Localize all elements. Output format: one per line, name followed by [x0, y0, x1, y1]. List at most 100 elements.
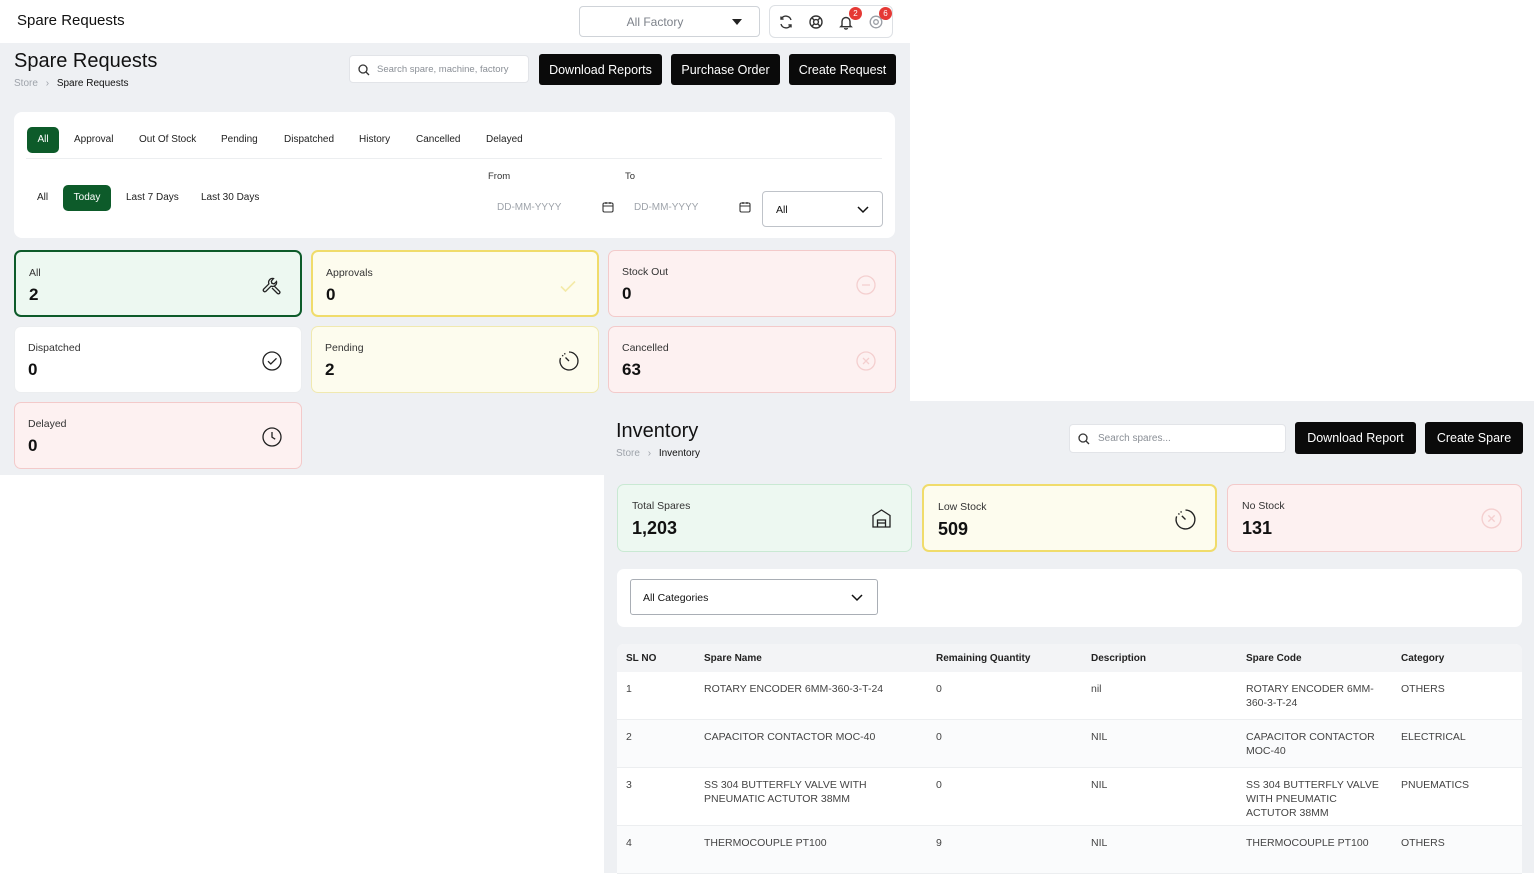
stat-label: Delayed [28, 418, 67, 430]
stat-label: Total Spares [632, 500, 691, 512]
to-label: To [625, 171, 636, 182]
cell-sl-no: 1 [626, 683, 632, 695]
cell-category: OTHERS [1401, 683, 1445, 695]
stat-label: Dispatched [28, 342, 81, 354]
stat-card-dispatched[interactable]: Dispatched 0 [14, 326, 302, 393]
search-icon [1078, 433, 1090, 445]
table-row[interactable]: 1 ROTARY ENCODER 6MM-360-3-T-24 0 nil RO… [617, 672, 1522, 720]
stat-value: 131 [1242, 518, 1273, 538]
column-header-spare-code[interactable]: Spare Code [1246, 653, 1302, 664]
support-icon[interactable] [808, 14, 824, 30]
cell-remaining-quantity: 0 [936, 779, 942, 791]
check-icon [560, 280, 576, 293]
tab-delayed[interactable]: Delayed [486, 127, 523, 153]
minus-circle-icon [856, 275, 876, 295]
cell-category: ELECTRICAL [1401, 731, 1466, 743]
create-spare-button[interactable]: Create Spare [1425, 422, 1523, 454]
table-header: SL NO Spare Name Remaining Quantity Desc… [617, 644, 1522, 672]
stat-value: 2 [29, 285, 39, 304]
stat-card-delayed[interactable]: Delayed 0 [14, 402, 302, 469]
column-header-sl-no[interactable]: SL NO [626, 653, 656, 664]
from-label: From [488, 171, 511, 182]
spinner-icon [559, 351, 579, 371]
range-tab-all[interactable]: All [37, 185, 48, 211]
tab-approval[interactable]: Approval [74, 127, 113, 153]
cell-description: NIL [1091, 779, 1108, 791]
clock-icon [262, 427, 282, 447]
column-header-category[interactable]: Category [1401, 653, 1444, 664]
stat-card-total-spares[interactable]: Total Spares 1,203 [617, 484, 912, 552]
stat-value: 2 [325, 360, 335, 379]
breadcrumb-current: Inventory [658, 448, 700, 459]
cell-description: NIL [1091, 837, 1108, 849]
breadcrumb: Store › Inventory [616, 448, 700, 459]
create-request-button[interactable]: Create Request [789, 54, 896, 85]
stat-label: Stock Out [622, 266, 669, 278]
stat-card-cancelled[interactable]: Cancelled 63 [608, 326, 896, 393]
category-select-value: All Categories [643, 592, 709, 604]
stat-value: 0 [326, 285, 336, 304]
cell-sl-no: 3 [626, 779, 632, 791]
x-circle-icon [856, 351, 876, 371]
search-placeholder: Search spares... [1098, 433, 1171, 444]
tab-dispatched[interactable]: Dispatched [284, 127, 334, 153]
box-icon [872, 509, 891, 528]
status-select-value: All [776, 204, 788, 216]
from-date-input[interactable]: DD-MM-YYYY [488, 194, 618, 220]
stat-card-all[interactable]: All 2 [14, 250, 302, 317]
range-tab-last-30-days[interactable]: Last 30 Days [201, 185, 259, 211]
stat-card-low-stock[interactable]: Low Stock 509 [922, 484, 1217, 552]
tab-pending[interactable]: Pending [221, 127, 258, 153]
factory-select-value: All Factory [626, 15, 684, 29]
x-circle-icon [1481, 508, 1502, 529]
refresh-icon[interactable] [778, 14, 794, 30]
category-select[interactable]: All Categories [630, 579, 878, 615]
range-tab-today[interactable]: Today [63, 185, 111, 211]
column-header-remaining-quantity[interactable]: Remaining Quantity [936, 653, 1030, 664]
spinner-icon [1175, 509, 1196, 530]
download-reports-button[interactable]: Download Reports [539, 54, 662, 85]
stat-card-approvals[interactable]: Approvals 0 [311, 250, 599, 317]
stat-card-no-stock[interactable]: No Stock 131 [1227, 484, 1522, 552]
column-header-spare-name[interactable]: Spare Name [704, 653, 762, 664]
search-input[interactable]: Search spare, machine, factory [349, 55, 529, 83]
cell-category: OTHERS [1401, 837, 1445, 849]
tab-cancelled[interactable]: Cancelled [416, 127, 460, 153]
purchase-order-button[interactable]: Purchase Order [671, 54, 780, 85]
chevron-right-icon: › [45, 78, 50, 89]
factory-select[interactable]: All Factory [579, 6, 760, 37]
to-date-input[interactable]: DD-MM-YYYY [625, 194, 755, 220]
stat-value: 509 [938, 519, 969, 539]
cell-spare-code: SS 304 BUTTERFLY VALVE WITH PNEUMATIC AC… [1246, 779, 1379, 819]
calendar-icon[interactable] [739, 201, 751, 213]
download-report-button[interactable]: Download Report [1295, 422, 1416, 454]
table-row[interactable]: 2 CAPACITOR CONTACTOR MOC-40 0 NIL CAPAC… [617, 720, 1522, 768]
stat-label: Cancelled [622, 342, 669, 354]
tab-history[interactable]: History [359, 127, 390, 153]
range-tab-last-7-days[interactable]: Last 7 Days [126, 185, 179, 211]
filter-card: All Approval Out Of Stock Pending Dispat… [14, 112, 895, 238]
stat-value: 0 [28, 436, 38, 455]
chevron-down-icon [851, 594, 863, 602]
from-date-placeholder: DD-MM-YYYY [497, 202, 562, 213]
table-row[interactable]: 4 THERMOCOUPLE PT100 9 NIL THERMOCOUPLE … [617, 826, 1522, 874]
stat-value: 1,203 [632, 518, 678, 538]
app-title: Spare Requests [17, 12, 125, 29]
stat-card-stock-out[interactable]: Stock Out 0 [608, 250, 896, 317]
breadcrumb-current: Spare Requests [56, 78, 129, 89]
breadcrumb-root[interactable]: Store [616, 448, 640, 459]
stat-label: Approvals [326, 267, 373, 279]
status-select[interactable]: All [762, 191, 883, 227]
tab-out-of-stock[interactable]: Out Of Stock [139, 127, 196, 153]
column-header-description[interactable]: Description [1091, 653, 1146, 664]
calendar-icon[interactable] [602, 201, 614, 213]
stat-value: 0 [28, 360, 38, 379]
stat-card-pending[interactable]: Pending 2 [311, 326, 599, 393]
breadcrumb-root[interactable]: Store [14, 78, 38, 89]
search-input[interactable]: Search spares... [1069, 424, 1286, 453]
to-date-placeholder: DD-MM-YYYY [634, 202, 699, 213]
cell-spare-name: ROTARY ENCODER 6MM-360-3-T-24 [704, 683, 884, 695]
cell-spare-code: CAPACITOR CONTACTOR MOC-40 [1246, 731, 1375, 757]
table-row[interactable]: 3 SS 304 BUTTERFLY VALVE WITH PNEUMATIC … [617, 768, 1522, 826]
tab-all[interactable]: All [27, 127, 59, 153]
